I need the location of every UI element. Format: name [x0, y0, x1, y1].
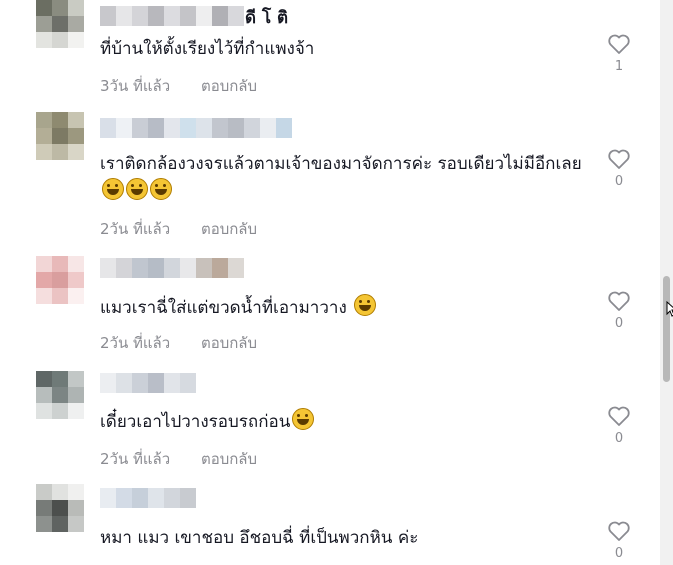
laughing-emoji-icon	[102, 178, 124, 200]
sweat-smile-emoji-icon	[354, 294, 377, 316]
comment-text-content: เราติดกล้องวงจรแล้วตามเจ้าของมาจัดการค่ะ…	[100, 154, 582, 174]
comment-meta: 3วัน ที่แล้ว ตอบกลับ	[100, 74, 257, 98]
grimacing-emoji-icon	[292, 408, 315, 430]
comment-text: เดี๋ยวเอาไปวางรอบรถก่อน	[100, 408, 590, 436]
commenter-name-blurred[interactable]	[100, 488, 196, 508]
like-button[interactable]: 0	[606, 290, 632, 331]
comment-text: เราติดกล้องวงจรแล้วตามเจ้าของมาจัดการค่ะ…	[100, 150, 590, 206]
comment-meta: 2วัน ที่แล้ว ตอบกลับ	[100, 331, 257, 355]
comment-text-content: หมา แมว เขาชอบ อึชอบฉี่ ที่เป็นพวกหิน ค่…	[100, 528, 419, 548]
commenter-name-blurred[interactable]	[100, 6, 244, 26]
like-count: 0	[614, 174, 624, 189]
comment-meta: 2วัน ที่แล้ว ตอบกลับ	[100, 447, 257, 471]
comment-meta: 2วัน ที่แล้ว ตอบกลับ	[100, 217, 257, 241]
avatar[interactable]	[36, 256, 84, 304]
like-count: 0	[614, 316, 624, 331]
commenter-name-blurred[interactable]	[100, 373, 196, 393]
heart-outline-icon	[608, 521, 630, 541]
reply-button[interactable]: ตอบกลับ	[201, 334, 257, 352]
like-button[interactable]: 0	[606, 520, 632, 561]
laughing-emoji-icon	[150, 178, 172, 200]
mouse-cursor-icon	[666, 301, 673, 317]
comment-timestamp: 2วัน ที่แล้ว	[100, 334, 171, 352]
like-button[interactable]: 1	[606, 33, 632, 74]
laughing-emoji-icon	[126, 178, 148, 200]
avatar[interactable]	[36, 112, 84, 160]
comment-timestamp: 2วัน ที่แล้ว	[100, 450, 171, 468]
like-count: 0	[614, 546, 624, 561]
comment-text-content: ที่บ้านให้ตั้งเรียงไว้ที่กำแพงจ้า	[100, 39, 315, 59]
reply-button[interactable]: ตอบกลับ	[201, 220, 257, 238]
comment-text: ที่บ้านให้ตั้งเรียงไว้ที่กำแพงจ้า	[100, 35, 590, 63]
avatar[interactable]	[36, 371, 84, 419]
heart-outline-icon	[608, 406, 630, 426]
scrollbar-thumb[interactable]	[663, 276, 670, 382]
comment-text-content: แมวเราฉี่ใส่แต่ขวดน้ำที่เอามาวาง	[100, 298, 347, 318]
reply-button[interactable]: ตอบกลับ	[201, 450, 257, 468]
avatar[interactable]	[36, 484, 84, 532]
comment-timestamp: 2วัน ที่แล้ว	[100, 220, 171, 238]
like-button[interactable]: 0	[606, 405, 632, 446]
comment-timestamp: 3วัน ที่แล้ว	[100, 77, 171, 95]
heart-outline-icon	[608, 34, 630, 54]
commenter-name-blurred[interactable]	[100, 118, 292, 138]
like-count: 0	[614, 431, 624, 446]
like-count: 1	[614, 59, 624, 74]
commenter-name-blurred[interactable]	[100, 258, 244, 278]
commenter-name-fragment: ดี โ ติ	[245, 8, 289, 28]
like-button[interactable]: 0	[606, 148, 632, 189]
comment-text: หมา แมว เขาชอบ อึชอบฉี่ ที่เป็นพวกหิน ค่…	[100, 524, 590, 552]
comment-text: แมวเราฉี่ใส่แต่ขวดน้ำที่เอามาวาง	[100, 294, 590, 322]
reply-button[interactable]: ตอบกลับ	[201, 77, 257, 95]
heart-outline-icon	[608, 291, 630, 311]
comment-text-content: เดี๋ยวเอาไปวางรอบรถก่อน	[100, 412, 291, 432]
heart-outline-icon	[608, 149, 630, 169]
scrollbar-track[interactable]	[660, 0, 673, 565]
avatar[interactable]	[36, 0, 84, 48]
